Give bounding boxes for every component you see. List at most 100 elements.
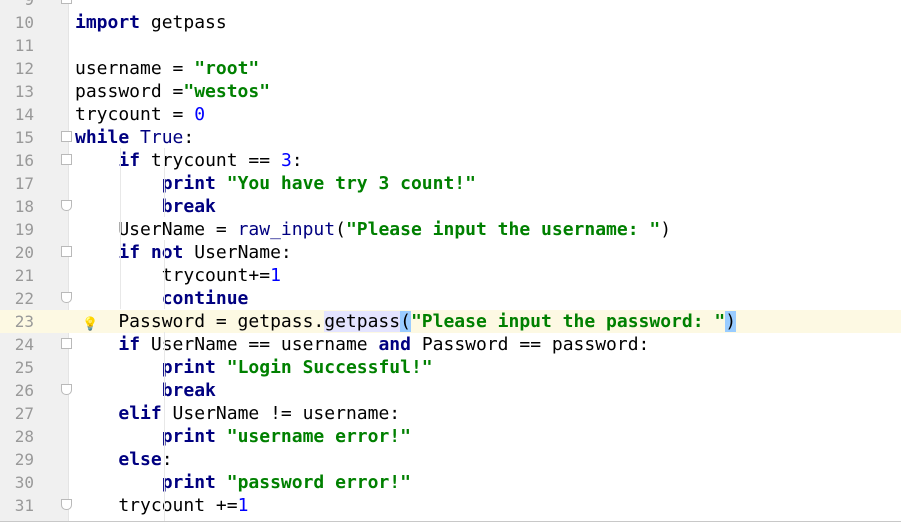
code-line[interactable]: 19 UserName = raw_input("Please input th…: [0, 218, 901, 241]
code-line[interactable]: 21 trycount+=1: [0, 264, 901, 287]
code-line[interactable]: 22 continue: [0, 287, 901, 310]
token: break: [161, 196, 216, 217]
code-line[interactable]: 13 password ="westos": [0, 80, 901, 103]
token: and: [378, 334, 411, 355]
code-line[interactable]: 28 print "username error!": [0, 425, 901, 448]
token: 0: [194, 104, 206, 125]
code-line[interactable]: 17 print "You have try 3 count!": [0, 172, 901, 195]
code-text: break: [75, 195, 216, 218]
fold-end-icon[interactable]: [61, 200, 72, 211]
code-line[interactable]: 11: [0, 34, 901, 57]
code-text: while True:: [75, 126, 194, 149]
code-line[interactable]: 12 username = "root": [0, 57, 901, 80]
code-editor[interactable]: 910import getpass1112username = "root"13…: [0, 0, 901, 522]
line-number: 23: [14, 312, 34, 331]
line-number: 18: [14, 197, 34, 216]
line-number: 27: [14, 404, 34, 423]
line-number: 19: [14, 220, 34, 239]
code-text: UserName = raw_input("Please input the u…: [75, 218, 671, 241]
line-number: 9: [0, 0, 34, 11]
token: elif: [118, 403, 162, 424]
line-number: 22: [14, 289, 34, 308]
line-number: 10: [14, 13, 34, 32]
token: "username error!": [226, 426, 411, 447]
fold-end-icon[interactable]: [61, 384, 72, 395]
code-line[interactable]: 20 if not UserName:: [0, 241, 901, 264]
code-line[interactable]: 10 import getpass: [0, 11, 901, 34]
code-lines[interactable]: 910import getpass1112username = "root"13…: [0, 0, 901, 521]
token: import: [75, 12, 141, 33]
code-line[interactable]: 30 print "password error!": [0, 471, 901, 494]
token: (: [400, 311, 411, 332]
token: Password == password:: [410, 334, 650, 355]
token: if: [118, 334, 141, 355]
token: 1: [270, 265, 281, 286]
code-text: else:: [75, 448, 172, 471]
code-text: print "You have try 3 count!": [75, 172, 476, 195]
fold-start-icon[interactable]: [61, 338, 72, 349]
code-text: print "password error!": [75, 471, 411, 494]
code-line[interactable]: 27 elif UserName != username:: [0, 402, 901, 425]
code-text: if trycount == 3:: [75, 149, 302, 172]
code-line[interactable]: 31 trycount +=1: [0, 494, 901, 517]
token: UserName =: [75, 219, 238, 240]
code-line[interactable]: 9: [0, 0, 901, 11]
token: print: [161, 472, 216, 493]
line-number: 11: [14, 36, 34, 55]
code-line[interactable]: 18 break: [0, 195, 901, 218]
token: Password = getpass.: [75, 311, 325, 332]
indent-guide: [120, 148, 121, 309]
token: "westos": [183, 81, 271, 102]
line-number: 12: [14, 59, 34, 78]
code-line[interactable]: 25 print "Login Successful!": [0, 356, 901, 379]
code-text: trycount +=1: [75, 494, 248, 517]
code-line[interactable]: 23 💡 Password = getpass.getpass("Please i…: [0, 310, 901, 333]
code-text: if not UserName:: [75, 241, 291, 264]
token: break: [161, 380, 216, 401]
token: while: [75, 127, 130, 148]
token: trycount ==: [140, 150, 281, 171]
line-number: 31: [14, 496, 34, 515]
token: UserName == username: [140, 334, 379, 355]
code-text: username = "root": [75, 57, 259, 80]
token: ): [660, 219, 672, 240]
code-line[interactable]: 29 else:: [0, 448, 901, 471]
token: ): [725, 311, 737, 332]
code-text: password ="westos": [75, 80, 270, 103]
fold-start-icon[interactable]: [61, 154, 72, 165]
fold-end-icon[interactable]: [61, 499, 72, 510]
code-line[interactable]: 26 break: [0, 379, 901, 402]
code-line[interactable]: 24 if UserName == username and Password …: [0, 333, 901, 356]
token: raw_input: [237, 219, 336, 240]
fold-start-icon[interactable]: [61, 131, 72, 142]
line-number: 25: [14, 358, 34, 377]
token: if: [118, 150, 141, 171]
token: "root": [194, 58, 260, 79]
token: password =: [75, 81, 184, 102]
code-line[interactable]: 15 while True:: [0, 126, 901, 149]
code-line[interactable]: 16 if trycount == 3:: [0, 149, 901, 172]
fold-end-icon[interactable]: [61, 292, 72, 303]
fold-start-icon[interactable]: [61, 246, 72, 257]
token: trycount+=: [75, 265, 271, 286]
fold-start-icon[interactable]: [61, 0, 72, 4]
token: else: [118, 449, 162, 470]
indent-guide: [164, 240, 165, 309]
token: print: [161, 357, 216, 378]
token: trycount =: [75, 104, 195, 125]
token: print: [161, 173, 216, 194]
code-line[interactable]: 14 trycount = 0: [0, 103, 901, 126]
token: True: [140, 127, 184, 148]
